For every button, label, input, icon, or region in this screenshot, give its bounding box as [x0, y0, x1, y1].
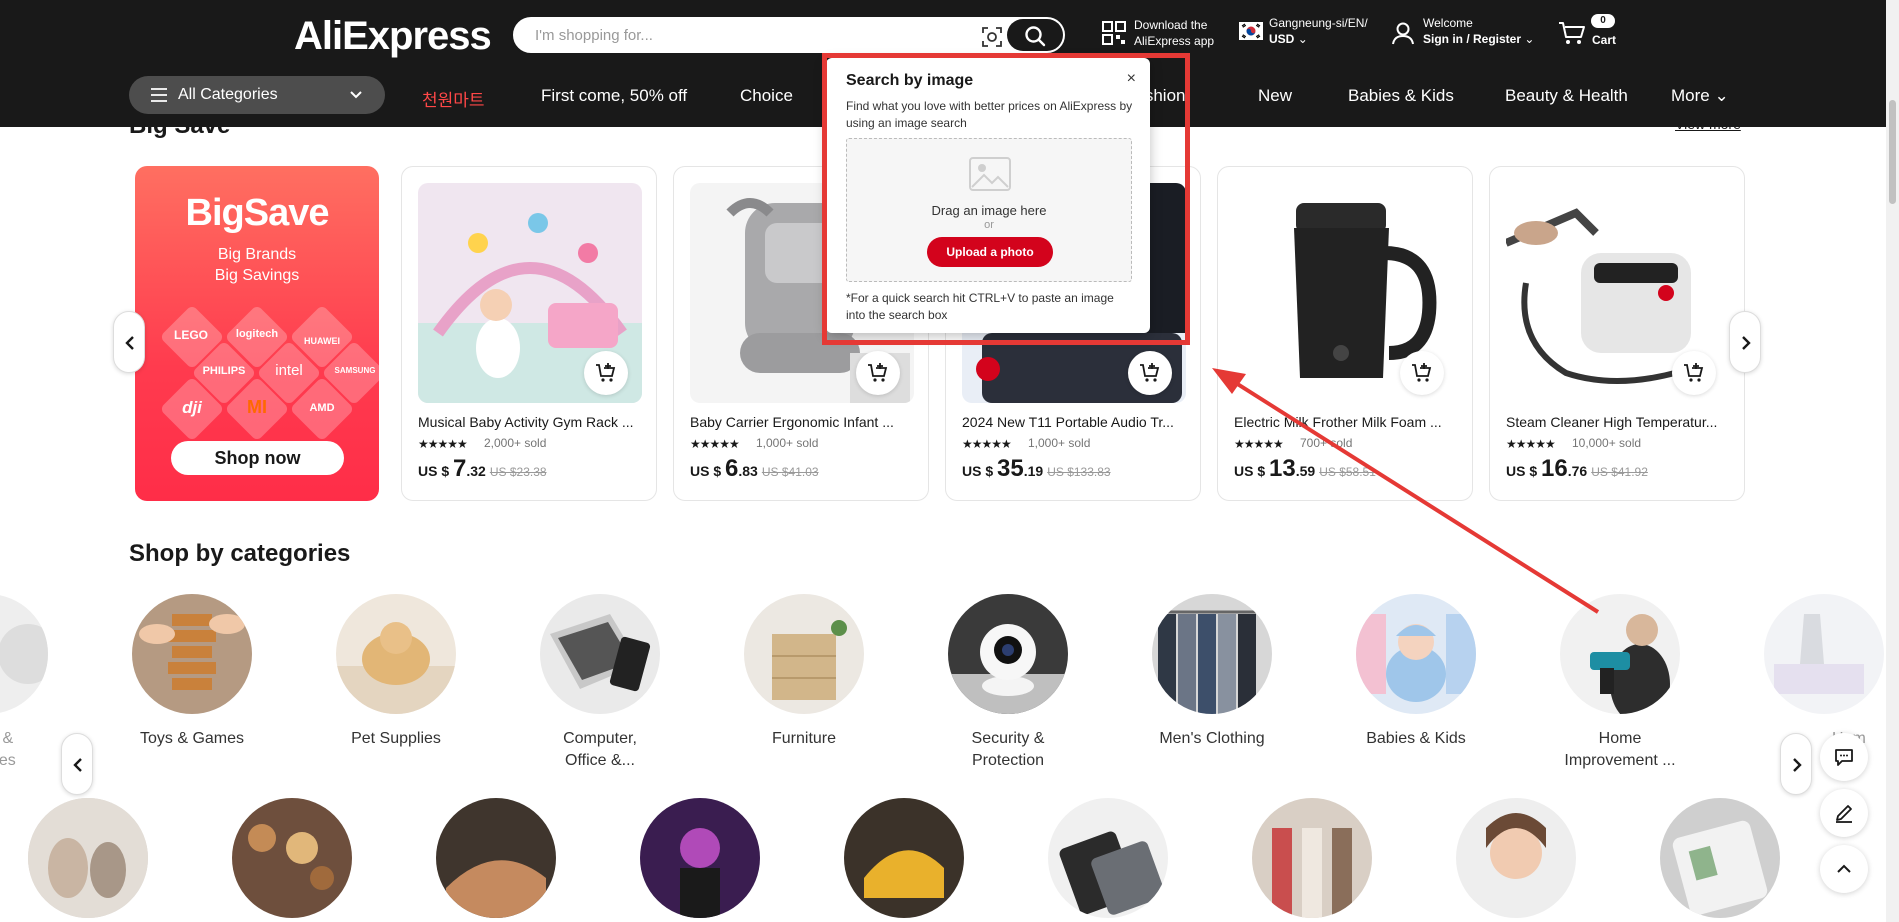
page: AliExpress I'm shopping for... Download …	[0, 0, 1899, 922]
annotation-arrow	[1212, 368, 1600, 614]
